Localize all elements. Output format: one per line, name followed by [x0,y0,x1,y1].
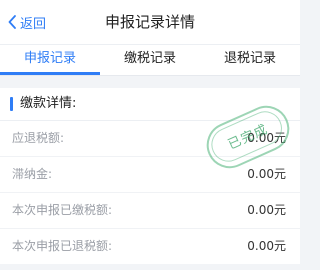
detail-label: 本次申报已缴税额: [12,203,113,217]
tab-label: 缴税记录 [123,51,176,66]
detail-label: 应退税额: [12,131,65,145]
tab-label: 申报记录 [23,51,76,66]
tab-refund-records[interactable]: 退税记录 [200,45,300,75]
detail-row-late-fee: 滞纳金: 0.00元 [0,156,300,193]
section-title: 缴款详情: [20,96,77,111]
tab-payment-records[interactable]: 缴税记录 [100,45,200,75]
detail-value: 0.00元 [247,167,286,181]
page-title: 申报记录详情 [104,13,195,31]
tab-declaration-records[interactable]: 申报记录 [0,45,100,75]
detail-value: 0.00元 [247,239,286,253]
active-tab-indicator [0,72,100,75]
detail-label: 本次申报已退税额: [12,239,113,253]
section-marker [10,97,13,111]
tab-bar: 申报记录 缴税记录 退税记录 [0,44,300,76]
tab-label: 退税记录 [223,51,276,66]
detail-value: 0.00元 [247,203,286,217]
detail-label: 滞纳金: [12,167,53,181]
detail-row-tax-refunded: 本次申报已退税额: 0.00元 [0,228,300,264]
detail-row-tax-paid: 本次申报已缴税额: 0.00元 [0,192,300,229]
nav-header: 返回 申报记录详情 [0,0,300,44]
